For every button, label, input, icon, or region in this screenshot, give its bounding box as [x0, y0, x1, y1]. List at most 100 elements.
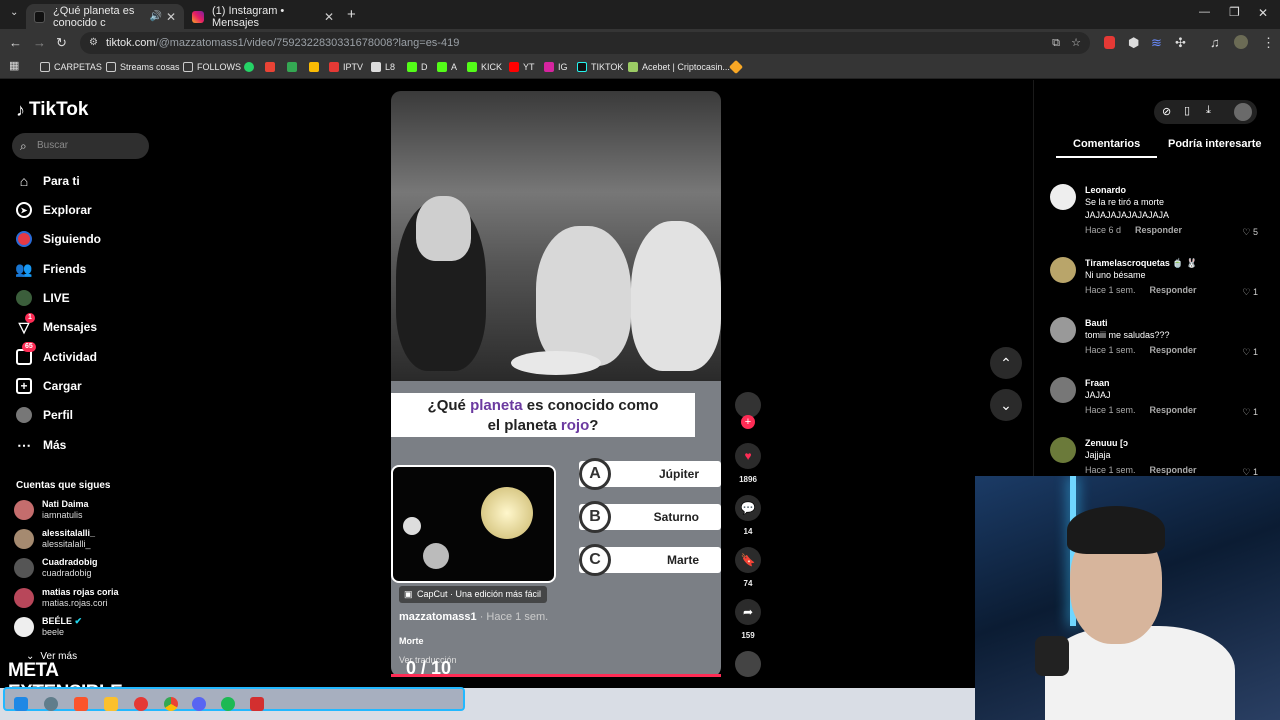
- extensions-puzzle-icon[interactable]: ✣: [1175, 36, 1186, 49]
- search-input[interactable]: ⌕ Buscar: [12, 133, 149, 159]
- tab-instagram[interactable]: (1) Instagram • Mensajes ✕: [184, 4, 342, 29]
- reload-icon[interactable]: ↻: [56, 36, 67, 49]
- profile-avatar-icon[interactable]: [1234, 35, 1248, 49]
- bookmark-acebet[interactable]: Acebet | Criptocasin...: [628, 62, 730, 72]
- nav-siguiendo[interactable]: Siguiendo: [16, 231, 101, 247]
- minimize-icon[interactable]: —: [1199, 7, 1210, 18]
- bookmark-iptv[interactable]: IPTV: [329, 62, 363, 72]
- youtube-icon: [509, 62, 519, 72]
- reply-button[interactable]: Responder: [1150, 345, 1197, 355]
- reply-button[interactable]: Responder: [1150, 285, 1197, 295]
- discord-icon[interactable]: [192, 697, 206, 711]
- capcut-badge[interactable]: ▣ CapCut · Una edición más fácil: [399, 586, 548, 603]
- comment-like[interactable]: ♡ 1: [1242, 347, 1258, 358]
- followed-account[interactable]: matias rojas coria matias.rojas.cori: [14, 587, 119, 609]
- forward-icon[interactable]: →: [33, 36, 46, 49]
- phone-icon[interactable]: ▯: [1184, 104, 1190, 117]
- bookmark-l8[interactable]: L8: [371, 62, 395, 72]
- like-button[interactable]: ♥ 1896: [735, 443, 761, 484]
- drive-icon[interactable]: [287, 62, 301, 72]
- address-bar[interactable]: ⚙ tiktok.com/@mazzatomass1/video/7592322…: [80, 32, 1090, 54]
- kick-icon: [467, 62, 477, 72]
- brave-icon[interactable]: [74, 697, 88, 711]
- tiktok-logo[interactable]: ♪ TikTok: [16, 99, 88, 121]
- bookmark-streams[interactable]: Streams cosas: [106, 62, 180, 72]
- comment-like[interactable]: ♡ 1: [1242, 407, 1258, 418]
- reply-button[interactable]: Responder: [1135, 225, 1182, 235]
- bookmark-carpetas[interactable]: CARPETAS: [40, 62, 102, 72]
- windows-start-icon[interactable]: [14, 697, 28, 711]
- bookmark-a[interactable]: A: [437, 62, 457, 72]
- site-info-icon[interactable]: ⚙: [89, 32, 98, 54]
- next-video-button[interactable]: ⌄: [990, 389, 1022, 421]
- bookmark-follows[interactable]: FOLLOWS: [183, 62, 241, 72]
- music-disc-button[interactable]: [735, 651, 761, 677]
- nav-live[interactable]: LIVE: [16, 290, 70, 306]
- install-icon[interactable]: ⧉: [1052, 32, 1060, 54]
- nav-explorar[interactable]: ➤ Explorar: [16, 202, 92, 218]
- tab-podria-interesarte[interactable]: Podría interesarte: [1168, 138, 1262, 150]
- avatar[interactable]: [1234, 103, 1252, 121]
- chrome-icon[interactable]: [164, 697, 178, 711]
- bookmark-tiktok[interactable]: TIKTOK: [577, 62, 623, 72]
- tab-comentarios[interactable]: Comentarios: [1073, 138, 1140, 150]
- save-button[interactable]: 🔖 74: [735, 547, 761, 588]
- avatar: [14, 500, 34, 520]
- bookmark-ig[interactable]: IG: [544, 62, 568, 72]
- close-tab-icon[interactable]: ✕: [166, 10, 176, 24]
- extension-shield-icon[interactable]: ⬢: [1128, 36, 1139, 49]
- bookmark-star-icon[interactable]: ☆: [1071, 32, 1081, 54]
- previous-video-button[interactable]: ⌃: [990, 347, 1022, 379]
- tab-search-icon[interactable]: ⌄: [10, 8, 18, 18]
- extension-red-icon[interactable]: [1104, 36, 1115, 49]
- tab-tiktok[interactable]: ¿Qué planeta es conocido c 🔊 ✕: [26, 4, 184, 29]
- comment-like[interactable]: ♡ 1: [1242, 287, 1258, 298]
- new-tab-icon[interactable]: +: [347, 7, 356, 22]
- followed-account[interactable]: BEÉLE ✔ beele: [14, 616, 82, 638]
- whatsapp-icon[interactable]: [244, 62, 258, 72]
- followed-account[interactable]: alessitalalli_ alessitalalli_: [14, 528, 95, 550]
- folder-icon: [183, 62, 193, 72]
- keep-icon[interactable]: [309, 62, 323, 72]
- reply-button[interactable]: Responder: [1150, 405, 1197, 415]
- spotify-icon[interactable]: [221, 697, 235, 711]
- compass-icon[interactable]: ⊘: [1162, 105, 1171, 118]
- media-control-icon[interactable]: ♫: [1210, 36, 1220, 49]
- upload-icon: +: [16, 378, 32, 394]
- nav-actividad[interactable]: 65 Actividad: [16, 342, 97, 365]
- nav-perfil[interactable]: Perfil: [16, 407, 73, 423]
- apps-grid-icon[interactable]: ▦: [9, 61, 19, 72]
- file-explorer-icon[interactable]: [104, 697, 118, 711]
- bookmarks-bar: ▦ CARPETAS Streams cosas FOLLOWS IPTV L8…: [0, 57, 1280, 79]
- followed-account[interactable]: Cuadradobig cuadradobig: [14, 557, 98, 579]
- follow-button[interactable]: +: [735, 415, 761, 429]
- extension-wave-icon[interactable]: ≋: [1151, 36, 1162, 49]
- speaker-icon[interactable]: 🔊: [150, 11, 162, 22]
- restore-icon[interactable]: ❐: [1229, 6, 1240, 18]
- nav-mensajes[interactable]: ▽ 1 Mensajes: [16, 313, 97, 335]
- comment-like[interactable]: ♡ 5: [1242, 227, 1258, 238]
- bookmark-yt[interactable]: YT: [509, 62, 535, 72]
- gmail-icon[interactable]: [265, 62, 279, 72]
- app-icon[interactable]: [134, 697, 148, 711]
- app-red-icon[interactable]: [250, 697, 264, 711]
- settings-icon[interactable]: [44, 697, 58, 711]
- reply-button[interactable]: Responder: [1150, 465, 1197, 475]
- bookmark-kick[interactable]: KICK: [467, 62, 502, 72]
- nav-mas[interactable]: ⋯ Más: [16, 437, 66, 453]
- nav-cargar[interactable]: + Cargar: [16, 378, 82, 394]
- nav-para-ti[interactable]: ⌂ Para ti: [16, 173, 80, 189]
- close-window-icon[interactable]: ✕: [1258, 7, 1268, 19]
- download-icon[interactable]: ⤓: [1206, 104, 1211, 117]
- diamond-extension-icon[interactable]: [728, 59, 745, 75]
- video-progress-bar[interactable]: [391, 674, 721, 677]
- followed-account[interactable]: Nati Daima iamnatulis: [14, 499, 89, 521]
- close-tab-icon[interactable]: ✕: [324, 10, 334, 24]
- bookmark-d[interactable]: D: [407, 62, 428, 72]
- nav-friends[interactable]: 👥 Friends: [15, 261, 86, 277]
- share-button[interactable]: ➦ 159: [735, 599, 761, 640]
- comment-button[interactable]: 💬 14: [735, 495, 761, 536]
- video-author[interactable]: mazzatomass1 · Hace 1 sem.: [399, 611, 548, 623]
- back-icon[interactable]: ←: [9, 36, 22, 49]
- menu-kebab-icon[interactable]: ⋮: [1262, 36, 1275, 49]
